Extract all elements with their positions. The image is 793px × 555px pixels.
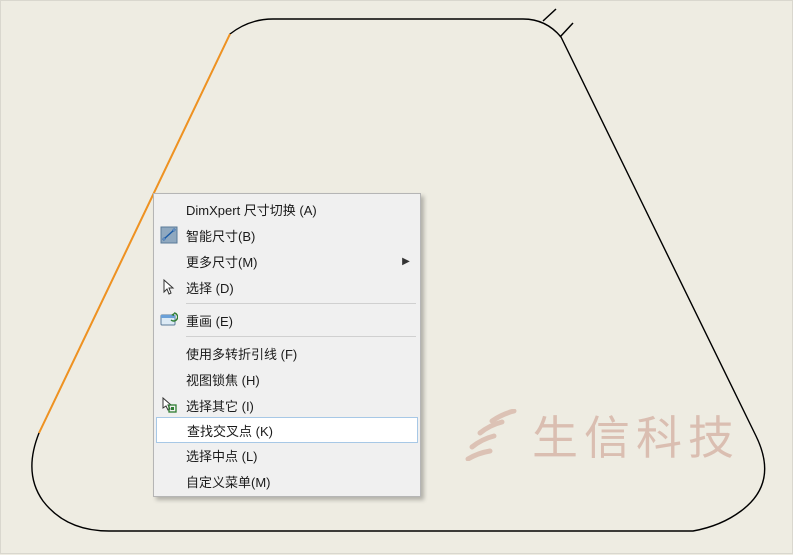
- dimension-icon: [156, 222, 182, 248]
- drawing-canvas[interactable]: 生信科技 DimXpert 尺寸切换 (A)智能尺寸(B)更多尺寸(M)▶选择 …: [0, 0, 793, 554]
- menu-icon-empty: [156, 340, 182, 366]
- menu-item[interactable]: 自定义菜单(M): [156, 468, 418, 494]
- menu-item[interactable]: 查找交叉点 (K): [156, 417, 418, 443]
- menu-item[interactable]: 更多尺寸(M)▶: [156, 248, 418, 274]
- context-menu[interactable]: DimXpert 尺寸切换 (A) 智能尺寸(B) 更多尺寸(M)▶ 选择 (D) 重画…: [153, 193, 421, 497]
- menu-icon-empty: [156, 366, 182, 392]
- menu-item[interactable]: 选择中点 (L): [156, 442, 418, 468]
- menu-item-label: 选择中点 (L): [182, 446, 418, 465]
- cursor-icon: [156, 274, 182, 300]
- menu-item-label: 重画 (E): [182, 311, 418, 330]
- menu-separator: [186, 303, 416, 304]
- menu-icon-empty: [156, 248, 182, 274]
- select-other-icon: [156, 392, 182, 418]
- menu-item-label: 智能尺寸(B): [182, 226, 418, 245]
- menu-item-label: 选择 (D): [182, 278, 418, 297]
- tick-mark: [560, 23, 573, 37]
- menu-item[interactable]: 智能尺寸(B): [156, 222, 418, 248]
- menu-item[interactable]: 重画 (E): [156, 307, 418, 333]
- menu-icon-empty: [156, 442, 182, 468]
- menu-item[interactable]: 使用多转折引线 (F): [156, 340, 418, 366]
- redraw-icon: [156, 307, 182, 333]
- tick-mark: [543, 9, 556, 21]
- menu-icon-empty: [156, 196, 182, 222]
- menu-item[interactable]: 视图锁焦 (H): [156, 366, 418, 392]
- menu-item-label: 使用多转折引线 (F): [182, 344, 418, 363]
- chevron-right-icon: ▶: [398, 256, 414, 267]
- menu-item-label: 自定义菜单(M): [182, 472, 418, 491]
- menu-item[interactable]: DimXpert 尺寸切换 (A): [156, 196, 418, 222]
- menu-icon-empty: [157, 418, 183, 442]
- menu-item[interactable]: 选择 (D): [156, 274, 418, 300]
- menu-icon-empty: [156, 468, 182, 494]
- menu-item-label: 视图锁焦 (H): [182, 370, 418, 389]
- menu-item-label: 选择其它 (I): [182, 396, 418, 415]
- menu-item-label: DimXpert 尺寸切换 (A): [182, 200, 418, 219]
- menu-separator: [186, 336, 416, 337]
- menu-item-label: 更多尺寸(M): [182, 252, 398, 271]
- menu-item-label: 查找交叉点 (K): [183, 421, 417, 440]
- menu-item[interactable]: 选择其它 (I): [156, 392, 418, 418]
